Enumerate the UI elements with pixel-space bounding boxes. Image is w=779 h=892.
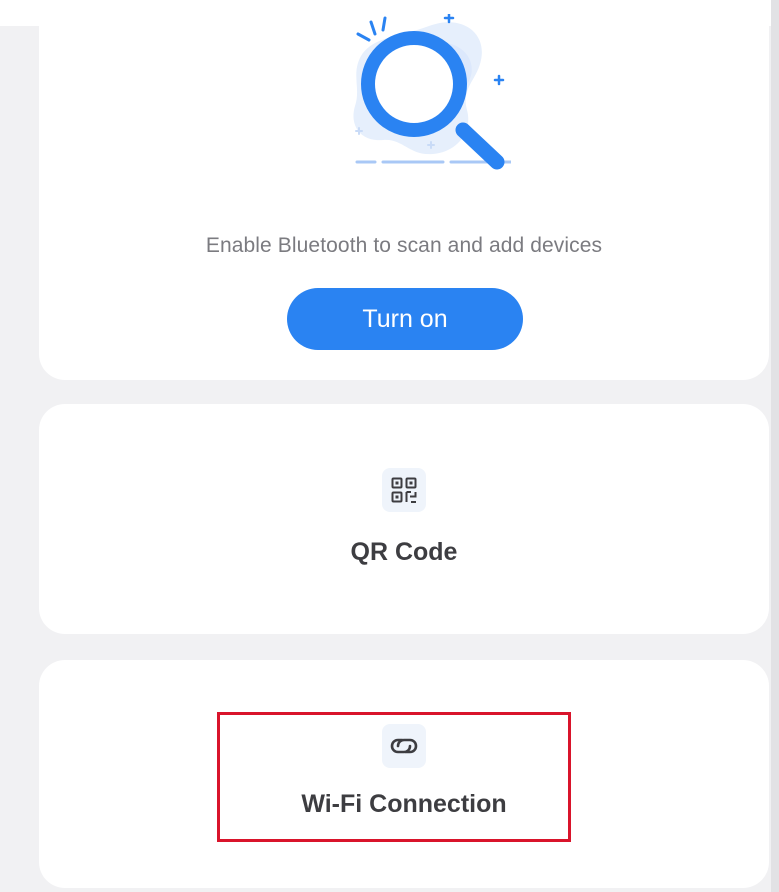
magnifier-search-icon — [353, 14, 511, 170]
qr-code-icon — [382, 468, 426, 512]
turn-on-button[interactable]: Turn on — [287, 288, 523, 350]
qr-code-option[interactable]: QR Code — [39, 404, 769, 634]
bluetooth-message: Enable Bluetooth to scan and add devices — [205, 234, 603, 257]
bluetooth-card: Enable Bluetooth to scan and add devices… — [39, 0, 769, 380]
highlight-box — [217, 712, 571, 842]
scroll-edge — [771, 0, 779, 892]
qr-code-label: QR Code — [350, 538, 458, 566]
